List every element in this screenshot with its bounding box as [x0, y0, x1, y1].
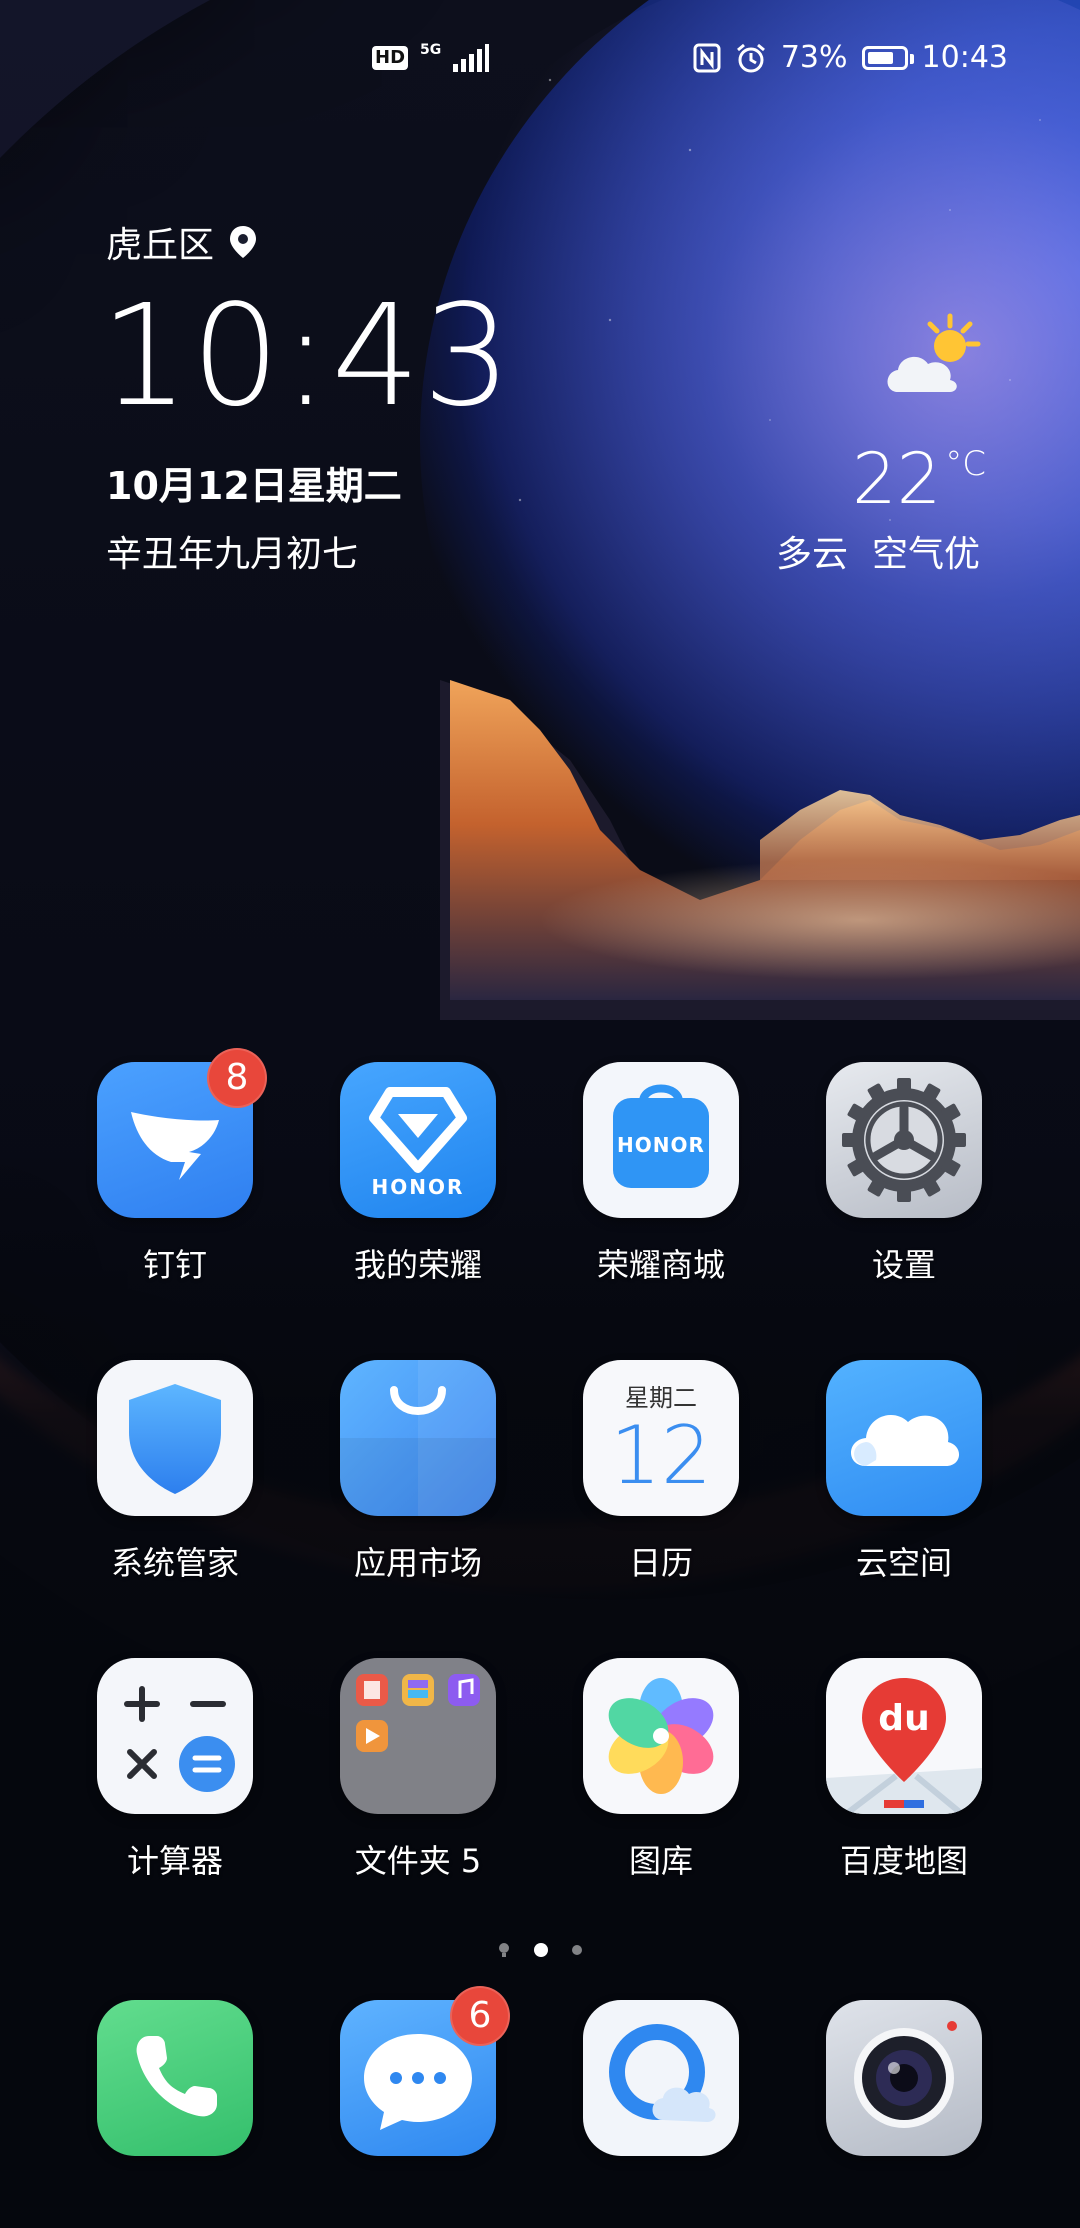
app-label: 日历	[628, 1544, 693, 1582]
my-honor-icon: HONOR	[340, 1062, 496, 1218]
page-dot-active	[534, 1943, 548, 1957]
app-system-manager[interactable]: 系统管家	[75, 1360, 275, 1584]
dock-camera[interactable]	[804, 2000, 1004, 2156]
temperature-value: 22	[852, 438, 942, 520]
app-calculator[interactable]: 计算器	[75, 1658, 275, 1882]
flower-glyph	[608, 1678, 714, 1794]
app-app-market[interactable]: 应用市场	[318, 1360, 518, 1584]
gear-glyph	[842, 1078, 966, 1202]
shield-glyph	[129, 1384, 221, 1494]
diamond-glyph: HONOR	[369, 1087, 467, 1199]
cloud-glyph	[851, 1415, 960, 1466]
phone-icon	[97, 2000, 253, 2156]
app-label: 百度地图	[839, 1842, 968, 1880]
folder-preview-glyph	[356, 1674, 480, 1752]
honor-store-icon: HONOR	[583, 1062, 739, 1218]
calculator-icon	[97, 1658, 253, 1814]
temperature[interactable]: 22 °C	[852, 438, 986, 520]
app-label: 我的荣耀	[353, 1246, 482, 1284]
lunar-date: 辛丑年九月初七	[106, 534, 359, 575]
alarm-icon	[736, 43, 765, 72]
status-bar-network: HD 5G	[372, 42, 490, 72]
cloud-space-icon	[826, 1360, 982, 1516]
app-gallery[interactable]: 图库	[561, 1658, 761, 1882]
calculator-glyph	[124, 1686, 235, 1792]
market-bag-glyph	[340, 1360, 496, 1516]
temperature-unit: °C	[945, 444, 986, 484]
weather-condition: 多云	[775, 534, 848, 575]
app-label: 系统管家	[110, 1544, 239, 1582]
shopping-bag-glyph: HONOR	[613, 1084, 709, 1188]
app-label: 应用市场	[353, 1544, 482, 1582]
app-label: 计算器	[126, 1842, 223, 1880]
location-name: 虎丘区	[106, 225, 215, 266]
app-label: 设置	[871, 1246, 936, 1284]
folder-app-music-icon	[448, 1674, 480, 1706]
air-quality: 空气优	[871, 534, 980, 575]
baidu-wordmark: du	[878, 1698, 929, 1739]
app-label: 云空间	[855, 1544, 952, 1582]
calendar-weekday: 星期二	[625, 1384, 697, 1412]
app-baidu-map[interactable]: du 百度地图	[804, 1658, 1004, 1882]
battery-level-fill	[867, 51, 893, 64]
hd-voice-icon: HD	[372, 46, 409, 70]
camera-icon	[826, 2000, 982, 2156]
map-pin-glyph: du	[826, 1678, 982, 1814]
calendar-day: 12	[610, 1409, 712, 1502]
status-bar-time: 10:43	[921, 40, 1008, 75]
battery-icon	[861, 45, 914, 70]
honor-wordmark: HONOR	[617, 1133, 705, 1157]
partly-cloudy-sun-icon[interactable]	[880, 310, 990, 410]
app-my-honor[interactable]: HONOR 我的荣耀	[318, 1062, 518, 1286]
system-manager-shield-icon	[97, 1360, 253, 1516]
status-bar: HD 5G 73% 10:43	[0, 0, 1080, 120]
browser-icon	[583, 2000, 739, 2156]
app-calendar[interactable]: 星期二 12 日历	[561, 1360, 761, 1584]
network-type-label: 5G	[420, 42, 442, 58]
app-folder[interactable]: 文件夹 5	[318, 1658, 518, 1882]
page-dot	[572, 1945, 582, 1955]
gallery-flower-icon	[583, 1658, 739, 1814]
battery-percent: 73%	[780, 40, 848, 75]
browser-glyph	[609, 2024, 716, 2122]
negative-screen-indicator-icon	[499, 1943, 509, 1957]
phone-handset-glyph	[136, 2036, 217, 2117]
calendar-icon: 星期二 12	[583, 1360, 739, 1516]
location-label[interactable]: 虎丘区	[106, 216, 257, 268]
nfc-icon	[693, 43, 721, 72]
app-dingtalk[interactable]: 8 钉钉	[75, 1048, 275, 1286]
dingtalk-icon: 8	[97, 1048, 267, 1218]
honor-wordmark: HONOR	[372, 1175, 465, 1199]
dock-phone[interactable]	[75, 2000, 275, 2156]
messages-icon: 6	[340, 1986, 510, 2156]
clock-time[interactable]: 10:43	[100, 282, 513, 432]
app-market-bag-icon	[340, 1360, 496, 1516]
weather-description[interactable]: 多云 空气优	[776, 525, 980, 577]
notification-badge: 6	[450, 1986, 510, 2046]
app-label: 荣耀商城	[596, 1246, 725, 1284]
dock-messages[interactable]: 6	[318, 1986, 518, 2156]
dock-browser[interactable]	[561, 2000, 761, 2156]
app-label: 文件夹 5	[354, 1842, 482, 1880]
app-honor-store[interactable]: HONOR 荣耀商城	[561, 1062, 761, 1286]
camera-lens-glyph	[854, 2021, 957, 2128]
baidu-map-icon: du	[826, 1658, 982, 1814]
signal-strength-icon	[453, 44, 490, 72]
app-cloud-space[interactable]: 云空间	[804, 1360, 1004, 1584]
page-indicator[interactable]	[0, 1942, 1080, 1958]
notification-badge: 8	[207, 1048, 267, 1108]
location-pin-icon	[230, 226, 257, 258]
app-label: 图库	[628, 1842, 693, 1880]
clock-date: 10月12日星期二	[106, 464, 402, 508]
status-bar-right: 73% 10:43	[693, 40, 1008, 75]
settings-gear-icon	[826, 1062, 982, 1218]
app-settings[interactable]: 设置	[804, 1062, 1004, 1286]
folder-icon	[340, 1658, 496, 1814]
app-label: 钉钉	[142, 1246, 207, 1284]
